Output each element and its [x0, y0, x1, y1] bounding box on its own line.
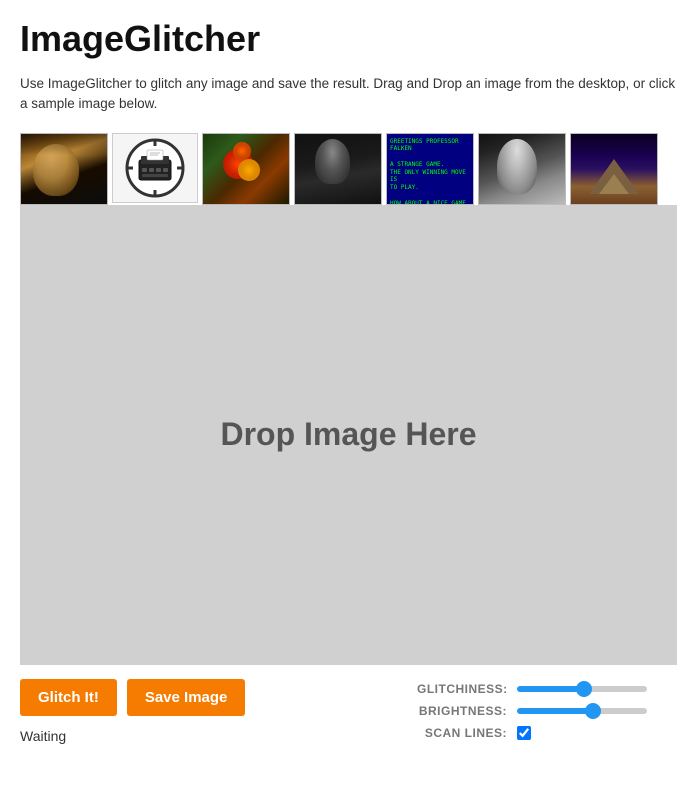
sample-thumb-2[interactable]	[112, 133, 198, 203]
brightness-slider[interactable]	[517, 708, 647, 714]
brightness-label: BRIGHTNESS:	[417, 704, 507, 718]
drop-zone-text: Drop Image Here	[220, 416, 476, 453]
scan-lines-row: SCAN LINES:	[417, 726, 531, 740]
status-row: Waiting	[20, 728, 245, 744]
sample-thumb-1[interactable]	[20, 133, 108, 205]
sliders-group: GLITCHINESS: BRIGHTNESS: SCAN LINES:	[417, 682, 677, 740]
drop-zone[interactable]: Drop Image Here	[20, 205, 677, 665]
brightness-row: BRIGHTNESS:	[417, 704, 647, 718]
scan-lines-checkbox[interactable]	[517, 726, 531, 740]
sample-thumb-3[interactable]	[202, 133, 290, 205]
bottom-left-controls: Glitch It! Save Image Waiting	[20, 679, 245, 744]
glitchiness-label: GLITCHINESS:	[417, 682, 507, 696]
scan-lines-label: SCAN LINES:	[417, 726, 507, 740]
app-description: Use ImageGlitcher to glitch any image an…	[20, 74, 677, 115]
sample-thumb-6[interactable]	[478, 133, 566, 205]
controls-row: Glitch It! Save Image Waiting GLITCHINES…	[20, 679, 677, 748]
sample-thumb-7[interactable]	[570, 133, 658, 205]
glitchiness-row: GLITCHINESS:	[417, 682, 647, 696]
sample-thumb-5[interactable]: GREETINGS PROFESSOR FALKEN A STRANGE GAM…	[386, 133, 474, 205]
glitch-button[interactable]: Glitch It!	[20, 679, 117, 716]
buttons-group: Glitch It! Save Image	[20, 679, 245, 716]
glitchiness-slider[interactable]	[517, 686, 647, 692]
status-text: Waiting	[20, 728, 66, 744]
app-title: ImageGlitcher	[20, 18, 677, 60]
sample-thumb-4[interactable]	[294, 133, 382, 205]
typewriter-icon	[125, 138, 185, 198]
sample-images-row: GREETINGS PROFESSOR FALKEN A STRANGE GAM…	[20, 133, 677, 205]
save-button[interactable]: Save Image	[127, 679, 246, 716]
